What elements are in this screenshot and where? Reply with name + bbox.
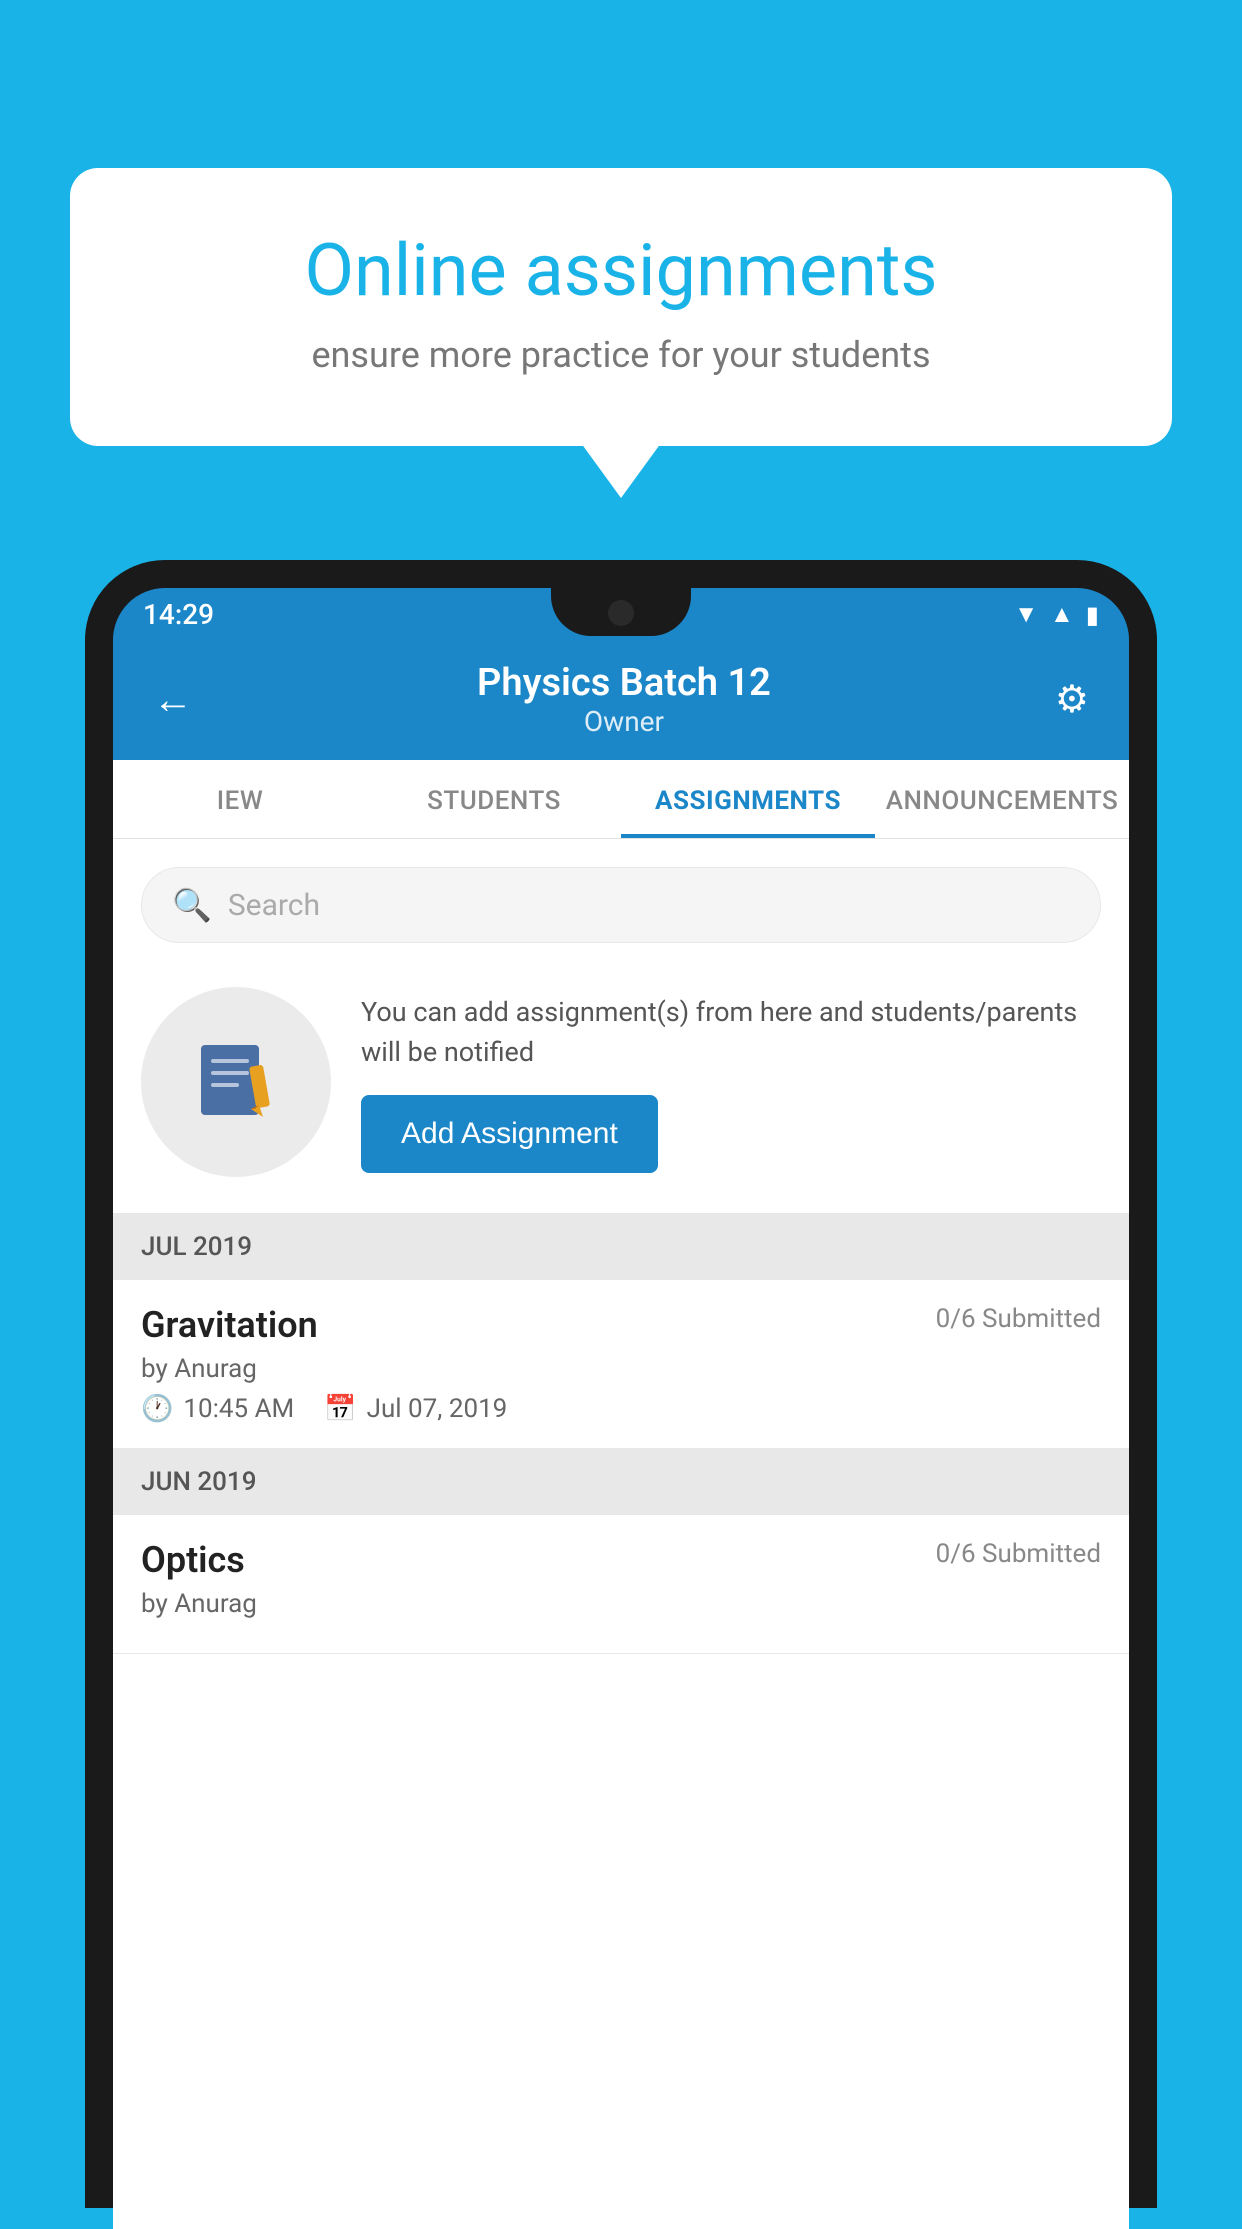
phone-outer: 14:29 ▼ ▲ ▮ ← Physics Batch 12 Owner ⚙ I…: [85, 560, 1157, 2208]
add-assignment-promo: You can add assignment(s) from here and …: [113, 967, 1129, 1214]
wifi-icon: ▼: [1014, 600, 1038, 629]
speech-bubble: Online assignments ensure more practice …: [70, 168, 1172, 446]
assignment-name: Gravitation: [141, 1304, 318, 1346]
promo-text: You can add assignment(s) from here and …: [361, 992, 1101, 1073]
signal-icon: ▲: [1050, 600, 1074, 629]
battery-icon: ▮: [1086, 601, 1099, 629]
status-icons: ▼ ▲ ▮: [1014, 600, 1099, 629]
section-jun-2019: JUN 2019: [113, 1449, 1129, 1515]
assignment-top: Gravitation 0/6 Submitted: [141, 1304, 1101, 1346]
tab-students[interactable]: STUDENTS: [367, 760, 621, 838]
batch-title: Physics Batch 12: [477, 661, 771, 705]
promo-icon-circle: [141, 987, 331, 1177]
status-time: 14:29: [143, 598, 214, 631]
optics-submitted: 0/6 Submitted: [936, 1539, 1101, 1569]
camera-dot: [608, 600, 634, 626]
assignment-gravitation[interactable]: Gravitation 0/6 Submitted by Anurag 🕐 10…: [113, 1280, 1129, 1449]
optics-name: Optics: [141, 1539, 245, 1581]
speech-title: Online assignments: [140, 228, 1102, 314]
search-bar[interactable]: 🔍 Search: [141, 867, 1101, 943]
phone-mockup: 14:29 ▼ ▲ ▮ ← Physics Batch 12 Owner ⚙ I…: [85, 560, 1157, 2208]
search-icon: 🔍: [172, 886, 212, 924]
tab-announcements[interactable]: ANNOUNCEMENTS: [875, 760, 1129, 838]
add-assignment-button[interactable]: Add Assignment: [361, 1095, 658, 1173]
calendar-icon: 📅: [324, 1394, 356, 1424]
assignment-date: Jul 07, 2019: [367, 1394, 508, 1424]
tab-iew[interactable]: IEW: [113, 760, 367, 838]
meta-date: 📅 Jul 07, 2019: [324, 1394, 507, 1424]
app-header: ← Physics Batch 12 Owner ⚙: [113, 641, 1129, 760]
promo-right: You can add assignment(s) from here and …: [361, 992, 1101, 1173]
search-placeholder: Search: [228, 888, 320, 923]
assignment-by: by Anurag: [141, 1354, 1101, 1384]
header-title-area: Physics Batch 12 Owner: [477, 661, 771, 738]
tab-assignments[interactable]: ASSIGNMENTS: [621, 760, 875, 838]
assignment-optics[interactable]: Optics 0/6 Submitted by Anurag: [113, 1515, 1129, 1654]
batch-subtitle: Owner: [477, 705, 771, 738]
screen-content: 🔍 Search: [113, 839, 1129, 2229]
assignment-submitted: 0/6 Submitted: [936, 1304, 1101, 1334]
settings-button[interactable]: ⚙: [1055, 677, 1089, 722]
clock-icon: 🕐: [141, 1394, 173, 1424]
notch: [551, 588, 691, 636]
back-button[interactable]: ←: [153, 676, 193, 723]
notebook-icon: [191, 1037, 281, 1127]
meta-time: 🕐 10:45 AM: [141, 1394, 294, 1424]
speech-subtitle: ensure more practice for your students: [140, 334, 1102, 376]
tabs-bar: IEW STUDENTS ASSIGNMENTS ANNOUNCEMENTS: [113, 760, 1129, 839]
assignment-meta: 🕐 10:45 AM 📅 Jul 07, 2019: [141, 1394, 1101, 1424]
section-jul-2019: JUL 2019: [113, 1214, 1129, 1280]
status-bar: 14:29 ▼ ▲ ▮: [113, 588, 1129, 641]
assignment-time: 10:45 AM: [183, 1394, 294, 1424]
assignment-optics-top: Optics 0/6 Submitted: [141, 1539, 1101, 1581]
optics-by: by Anurag: [141, 1589, 1101, 1619]
